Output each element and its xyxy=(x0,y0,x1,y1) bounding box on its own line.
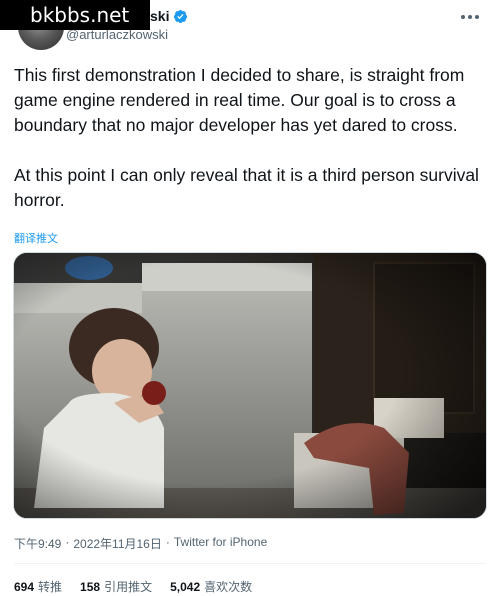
media-scene xyxy=(14,253,486,518)
retweets-count: 694 xyxy=(14,580,35,594)
likes-stat[interactable]: 5,042 喜欢次数 xyxy=(170,578,252,595)
tweet-stats: 694 转推 158 引用推文 5,042 喜欢次数 xyxy=(14,578,252,595)
quotes-label: 引用推文 xyxy=(104,580,153,594)
likes-label: 喜欢次数 xyxy=(204,580,253,594)
tweet-text: This first demonstration I decided to sh… xyxy=(14,65,479,210)
tweet-source[interactable]: Twitter for iPhone xyxy=(174,535,267,552)
quotes-stat[interactable]: 158 引用推文 xyxy=(80,578,152,595)
tweet-media-image[interactable] xyxy=(13,252,487,519)
likes-count: 5,042 xyxy=(170,580,201,594)
retweets-stat[interactable]: 694 转推 xyxy=(14,578,62,595)
translate-tweet-link[interactable]: 翻译推文 xyxy=(14,230,58,246)
verified-badge-icon xyxy=(174,9,188,23)
quotes-count: 158 xyxy=(80,580,101,594)
site-watermark: bkbbs.net xyxy=(0,0,150,30)
time-separator: · xyxy=(65,535,70,549)
more-dot-icon xyxy=(475,15,479,19)
tweet-date[interactable]: 2022年11月16日 xyxy=(73,535,162,552)
divider xyxy=(14,563,486,564)
more-dot-icon xyxy=(461,15,465,19)
tweet-timestamp: 下午9:49 · 2022年11月16日 · Twitter for iPhon… xyxy=(14,535,267,552)
author-display-name[interactable]: ski xyxy=(150,8,188,24)
source-separator: · xyxy=(165,535,170,549)
tweet-time[interactable]: 下午9:49 xyxy=(14,535,61,552)
retweets-label: 转推 xyxy=(38,580,63,594)
more-options-button[interactable] xyxy=(458,10,482,24)
more-dot-icon xyxy=(468,15,472,19)
author-name-text[interactable]: ski xyxy=(150,8,169,24)
